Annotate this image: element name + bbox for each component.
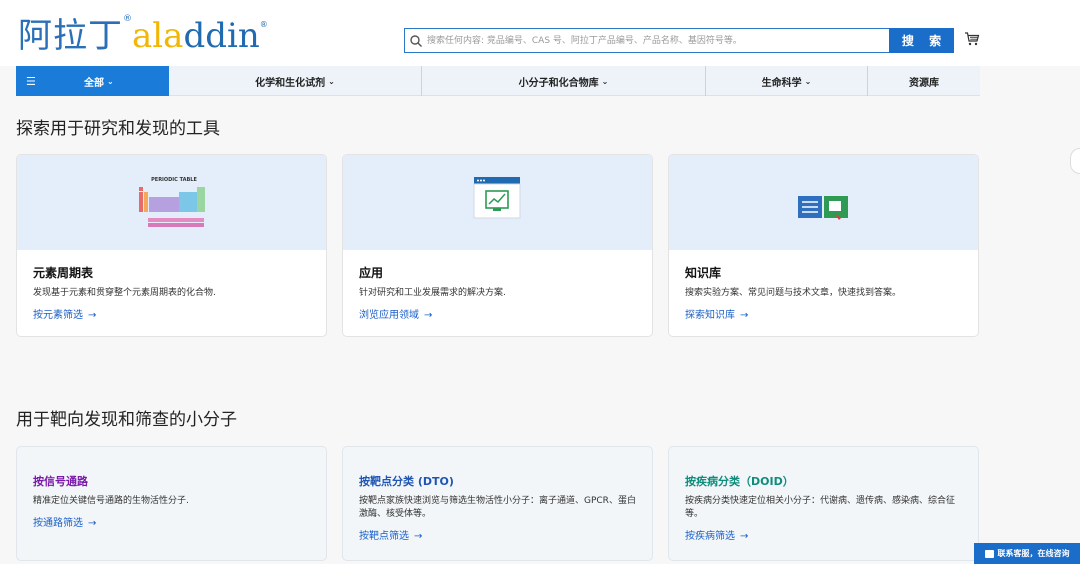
main-nav: ☰ 全部 ⌄ 化学和生化试剂 ⌄ 小分子和化合物库 ⌄ 生命科学 ⌄ 资源库	[16, 66, 980, 96]
card-disease-doid[interactable]: 按疾病分类（DOID） 按疾病分类快速定位相关小分子：代谢病、遗传病、感染病、综…	[668, 446, 979, 561]
support-label: 联系客服，在线咨询	[997, 549, 1070, 558]
tools-section-heading: 探索用于研究和发现的工具	[16, 119, 220, 139]
chevron-down-icon: ⌄	[107, 76, 114, 86]
card-description: 按靶点家族快速浏览与筛选生物活性小分子：离子通道、GPCR、蛋白激酶、核受体等。	[359, 496, 636, 519]
filter-by-element-link[interactable]: 按元素筛选 →	[33, 306, 96, 321]
arrow-right-icon: →	[88, 518, 97, 529]
site-header: 阿拉丁 ® aladdin ® 搜 索	[0, 0, 1080, 66]
nav-item-chemicals[interactable]: 化学和生化试剂 ⌄	[169, 66, 422, 96]
svg-text:PERIODIC TABLE: PERIODIC TABLE	[151, 177, 197, 183]
arrow-right-icon: →	[740, 531, 749, 542]
card-periodic-table[interactable]: PERIODIC TABLE 元素周期表 发现基于元素和贯穿整个元素周期表的化合…	[16, 154, 327, 337]
logo-registered-mark-2: ®	[259, 20, 268, 29]
search-button[interactable]: 搜 索	[889, 28, 954, 53]
side-scroll-tab[interactable]	[1070, 148, 1080, 174]
search-icon	[410, 34, 422, 47]
nav-item-small-molecules[interactable]: 小分子和化合物库 ⌄	[422, 66, 706, 96]
card-description: 发现基于元素和贯穿整个元素周期表的化合物.	[33, 288, 216, 298]
card-description: 精准定位关键信号通路的生物活性分子.	[33, 496, 189, 506]
chat-icon	[984, 549, 994, 558]
card-knowledge-base[interactable]: 知识库 搜索实验方案、常见问题与技术文章，快速找到答案。 探索知识库 →	[668, 154, 979, 337]
search-input[interactable]	[427, 29, 953, 52]
hamburger-icon: ☰	[26, 74, 36, 88]
arrow-right-icon: →	[424, 310, 433, 321]
nav-all-menu[interactable]: ☰ 全部 ⌄	[16, 66, 169, 96]
card-target-dto[interactable]: 按靶点分类 (DTO) 按靶点家族快速浏览与筛选生物活性小分子：离子通道、GPC…	[342, 446, 653, 561]
arrow-right-icon: →	[88, 310, 97, 321]
chart-monitor-icon	[473, 177, 521, 219]
logo-registered-mark: ®	[123, 14, 132, 24]
molecules-section-heading: 用于靶向发现和筛查的小分子	[16, 410, 237, 430]
card-title: 按疾病分类（DOID）	[685, 475, 794, 488]
card-title: 元素周期表	[33, 266, 94, 280]
card-applications[interactable]: 应用 针对研究和工业发展需求的解决方案. 浏览应用领域 →	[342, 154, 653, 337]
card-title: 知识库	[685, 266, 722, 280]
card-title: 按信号通路	[33, 475, 88, 488]
card-description: 搜索实验方案、常见问题与技术文章，快速找到答案。	[685, 288, 902, 298]
filter-by-disease-link[interactable]: 按疾病筛选 →	[685, 527, 748, 542]
nav-item-resources[interactable]: 资源库	[868, 66, 980, 96]
browse-applications-link[interactable]: 浏览应用领域 →	[359, 306, 432, 321]
arrow-right-icon: →	[740, 310, 749, 321]
chevron-down-icon: ⌄	[804, 76, 812, 86]
filter-by-pathway-link[interactable]: 按通路筛选 →	[33, 514, 96, 529]
card-image-area	[669, 155, 978, 250]
card-title: 应用	[359, 266, 384, 280]
cart-icon[interactable]	[964, 31, 980, 47]
logo-chinese: 阿拉丁	[18, 16, 123, 56]
nav-all-label: 全部	[84, 77, 104, 89]
search-bar: 搜 索	[404, 28, 954, 53]
aladdin-logo[interactable]: 阿拉丁 ® aladdin ®	[18, 12, 268, 56]
card-description: 按疾病分类快速定位相关小分子：代谢病、遗传病、感染病、综合征等。	[685, 496, 956, 519]
periodic-table-icon: PERIODIC TABLE	[139, 177, 205, 227]
online-support-button[interactable]: 联系客服，在线咨询	[974, 543, 1080, 564]
card-title: 按靶点分类 (DTO)	[359, 475, 454, 488]
explore-knowledge-link[interactable]: 探索知识库 →	[685, 306, 748, 321]
chevron-down-icon: ⌄	[601, 76, 609, 86]
open-book-icon	[798, 196, 848, 220]
filter-by-target-link[interactable]: 按靶点筛选 →	[359, 527, 422, 542]
chevron-down-icon: ⌄	[328, 76, 335, 86]
nav-item-life-science[interactable]: 生命科学 ⌄	[706, 66, 868, 96]
logo-english: aladdin	[132, 16, 260, 56]
card-signaling-pathway[interactable]: 按信号通路 精准定位关键信号通路的生物活性分子. 按通路筛选 →	[16, 446, 327, 561]
card-image-area	[343, 155, 652, 250]
card-description: 针对研究和工业发展需求的解决方案.	[359, 288, 506, 298]
arrow-right-icon: →	[414, 531, 423, 542]
card-image-area: PERIODIC TABLE	[17, 155, 326, 250]
